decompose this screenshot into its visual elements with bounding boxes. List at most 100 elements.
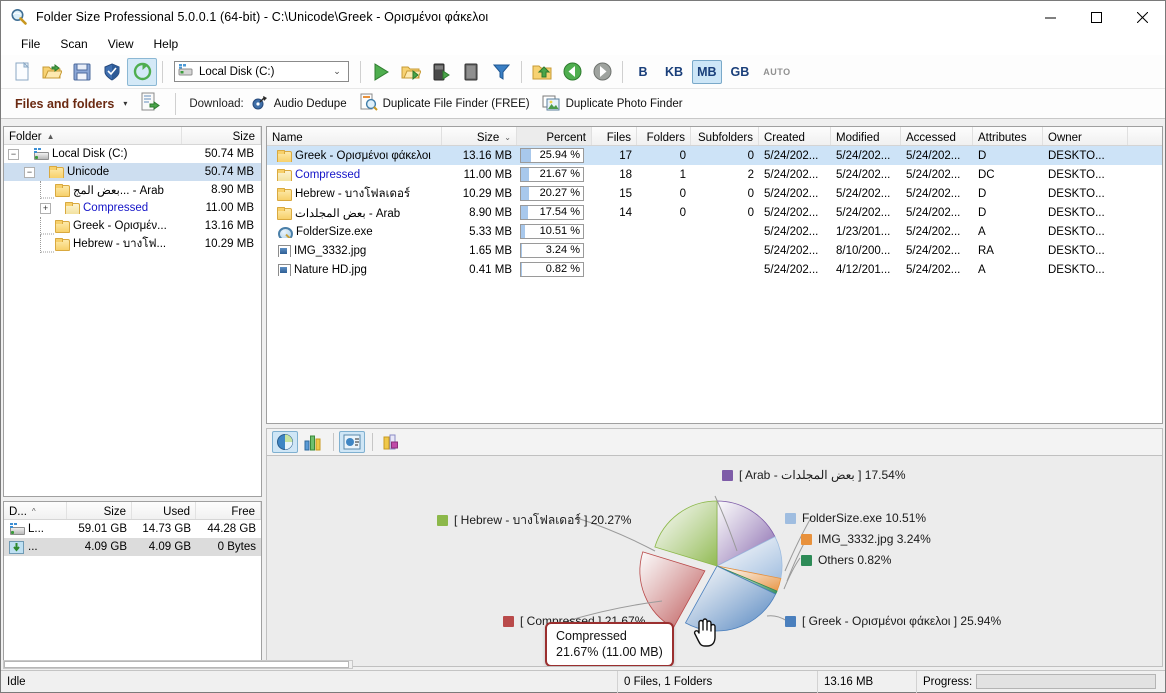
view-mode-label[interactable]: Files and folders (15, 97, 114, 111)
chart-legend-icon[interactable] (339, 431, 365, 453)
drive-row[interactable]: ... 4.09 GB 4.09 GB 0 Bytes (4, 538, 261, 556)
stop-scan-icon[interactable] (456, 58, 486, 86)
application-window: Folder Size Professional 5.0.0.1 (64-bit… (0, 0, 1166, 693)
pie-chart-icon[interactable] (272, 431, 298, 453)
table-row[interactable]: Hebrew - บางโฟลเดอร์10.29 MB20.27 %15005… (267, 184, 1162, 203)
column-header-subfolders[interactable]: Subfolders (691, 127, 759, 145)
menu-scan[interactable]: Scan (50, 35, 97, 53)
legend-item-others[interactable]: Others 0.82% (801, 553, 891, 567)
tree-row[interactable]: Hebrew - บางโฟ... 10.29 MB (4, 235, 261, 253)
link-duplicate-file-finder-label: Duplicate File Finder (FREE) (383, 98, 530, 110)
column-header-modified[interactable]: Modified (831, 127, 901, 145)
table-row[interactable]: Nature HD.jpg0.41 MB0.82 %5/24/202...4/1… (267, 260, 1162, 279)
shield-icon[interactable] (97, 58, 127, 86)
table-row[interactable]: Compressed11.00 MB21.67 %18125/24/202...… (267, 165, 1162, 184)
menu-file[interactable]: File (11, 35, 50, 53)
legend-label: IMG_3332.jpg 3.24% (818, 532, 931, 546)
link-duplicate-file-finder[interactable]: Duplicate File Finder (FREE) (359, 93, 530, 114)
drive-icon (178, 64, 193, 79)
legend-item-img3332[interactable]: IMG_3332.jpg 3.24% (801, 532, 931, 546)
tree-row[interactable]: ‏بعض المج... - Arab 8.90 MB (4, 181, 261, 199)
column-header-accessed[interactable]: Accessed (901, 127, 973, 145)
tree-row[interactable]: + Compressed 11.00 MB (4, 199, 261, 217)
legend-item-arab[interactable]: [ Arab - بعض المجلدات ] 17.54% (722, 468, 906, 482)
unit-button-b[interactable]: B (630, 60, 656, 84)
bar-chart-icon[interactable] (300, 431, 326, 453)
unit-button-mb[interactable]: MB (692, 60, 721, 84)
column-header-size[interactable]: Size ⌄ (442, 127, 517, 145)
table-row[interactable]: FolderSize.exe5.33 MB10.51 %5/24/202...1… (267, 222, 1162, 241)
drive-header-name[interactable]: D... ^ (4, 502, 67, 519)
link-audio-dedupe[interactable]: Audio Dedupe (250, 94, 347, 114)
legend-label: FolderSize.exe 10.51% (802, 511, 926, 525)
unit-button-kb[interactable]: KB (660, 60, 688, 84)
chevron-down-icon[interactable]: ▾ (123, 99, 127, 108)
unit-button-gb[interactable]: GB (726, 60, 755, 84)
horizontal-scrollbar[interactable] (3, 660, 353, 669)
legend-item-foldersize[interactable]: FolderSize.exe 10.51% (785, 511, 926, 525)
column-header-files[interactable]: Files (592, 127, 637, 145)
tree-header-size[interactable]: Size (182, 127, 261, 144)
export-icon[interactable] (140, 92, 160, 115)
open-folder-icon[interactable] (37, 58, 67, 86)
menu-view[interactable]: View (98, 35, 144, 53)
column-header-folders[interactable]: Folders (637, 127, 691, 145)
column-header-percent[interactable]: Percent (517, 127, 592, 145)
file-size: 13.16 MB (442, 150, 517, 162)
title-bar: Folder Size Professional 5.0.0.1 (64-bit… (1, 1, 1165, 33)
up-folder-icon[interactable] (527, 58, 557, 86)
tree-expander[interactable]: + (40, 203, 51, 214)
created-date: 5/24/202... (759, 188, 831, 200)
column-header-name[interactable]: Name (267, 127, 442, 145)
folder-icon (277, 207, 291, 219)
tree-row[interactable]: − Unicode 50.74 MB (4, 163, 261, 181)
scrollbar-thumb[interactable] (4, 661, 349, 668)
table-row[interactable]: Greek - Ορισμένοι φάκελοι13.16 MB25.94 %… (267, 146, 1162, 165)
drive-header-free[interactable]: Free (196, 502, 261, 519)
legend-swatch (437, 515, 448, 526)
back-icon[interactable] (557, 58, 587, 86)
hard-drive-icon (9, 523, 24, 535)
close-button[interactable] (1119, 1, 1165, 33)
tree-row[interactable]: − Local Disk (C:) 50.74 MB (4, 145, 261, 163)
image-icon (277, 245, 290, 257)
filter-icon[interactable] (486, 58, 516, 86)
maximize-button[interactable] (1073, 1, 1119, 33)
tree-row-size: 13.16 MB (187, 220, 261, 232)
drive-header-used[interactable]: Used (132, 502, 196, 519)
drive-select[interactable]: Local Disk (C:) ⌄ (174, 61, 349, 82)
column-header-created[interactable]: Created (759, 127, 831, 145)
link-duplicate-photo-finder[interactable]: Duplicate Photo Finder (542, 94, 683, 114)
tree-expander[interactable]: − (24, 167, 35, 178)
refresh-icon[interactable] (127, 58, 157, 86)
minimize-button[interactable] (1027, 1, 1073, 33)
legend-label: [ Hebrew - บางโฟลเดอร์ ] 20.27% (454, 511, 631, 530)
open-scan-folder-icon[interactable] (396, 58, 426, 86)
column-header-owner[interactable]: Owner (1043, 127, 1128, 145)
legend-item-greek[interactable]: [ Greek - Ορισμένοι φάκελοι ] 25.94% (785, 614, 1001, 628)
scan-start-icon[interactable] (366, 58, 396, 86)
owner: DESKTO... (1043, 207, 1128, 219)
column-header-attributes[interactable]: Attributes (973, 127, 1043, 145)
scan-drive-icon[interactable] (426, 58, 456, 86)
new-icon[interactable] (7, 58, 37, 86)
chart-toolbar-separator-2 (372, 433, 373, 451)
tree-row[interactable]: Greek - Ορισμέν... 13.16 MB (4, 217, 261, 235)
unit-button-auto[interactable]: AUTO (758, 60, 795, 84)
chevron-down-icon[interactable]: ⌄ (329, 66, 345, 77)
pie-slice[interactable] (655, 501, 717, 566)
chart-3d-icon[interactable] (378, 431, 404, 453)
tree-header-folder[interactable]: Folder ▲ (4, 127, 182, 144)
legend-item-hebrew[interactable]: [ Hebrew - บางโฟลเดอร์ ] 20.27% (437, 511, 631, 530)
forward-icon[interactable] (587, 58, 617, 86)
tree-row-label: Greek - Ορισμέν... (73, 220, 167, 232)
tree-expander[interactable]: − (8, 149, 19, 160)
drive-row[interactable]: L... 59.01 GB 14.73 GB 44.28 GB (4, 520, 261, 538)
folder-count: 0 (637, 150, 691, 162)
table-row[interactable]: IMG_3332.jpg1.65 MB3.24 %5/24/202...8/10… (267, 241, 1162, 260)
drive-header-size[interactable]: Size (67, 502, 132, 519)
table-row[interactable]: ‏بعض المجلدات - Arab8.90 MB17.54 %14005/… (267, 203, 1162, 222)
save-icon[interactable] (67, 58, 97, 86)
menu-help[interactable]: Help (144, 35, 189, 53)
percent-bar: 0.82 % (520, 262, 584, 277)
